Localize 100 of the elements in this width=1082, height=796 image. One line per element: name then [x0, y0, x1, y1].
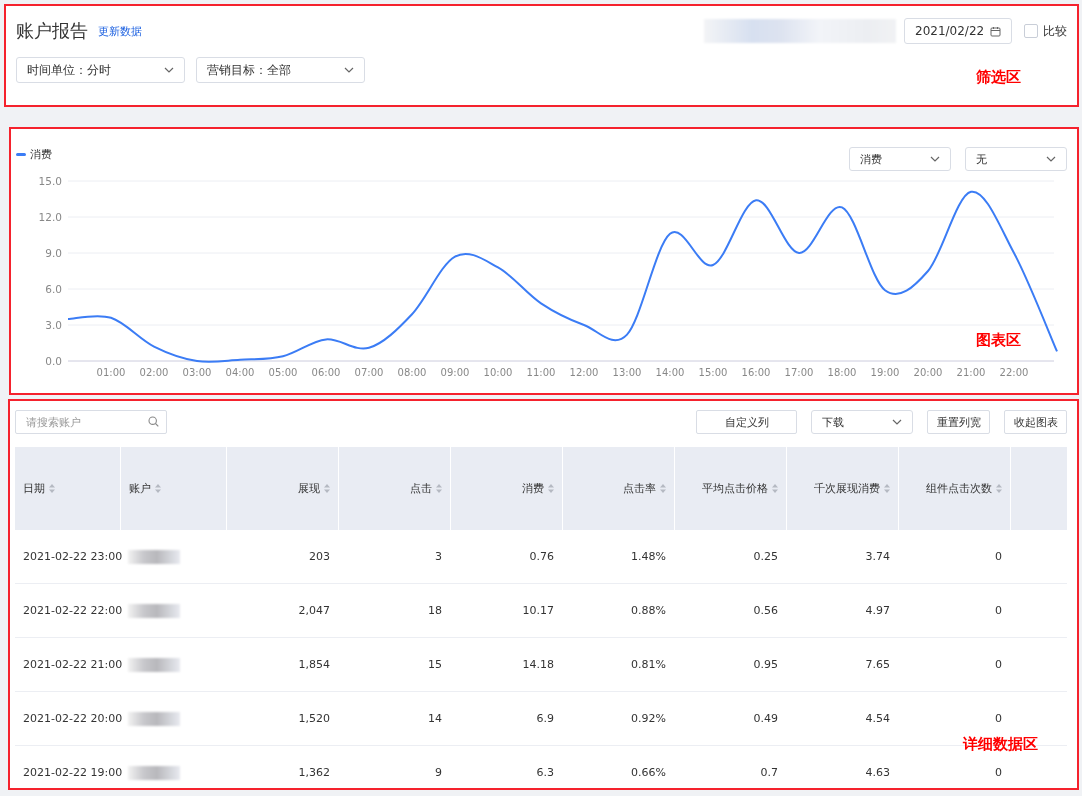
table-cell: 14 — [338, 691, 450, 746]
metric-dropdown[interactable]: 消费 — [849, 147, 951, 171]
axis-label: 04:00 — [225, 367, 255, 378]
column-header[interactable]: 平均点击价格 — [674, 447, 786, 530]
chevron-down-icon — [164, 67, 174, 73]
table-cell: 9 — [338, 745, 450, 796]
axis-label: 16:00 — [741, 367, 771, 378]
axis-label: 22:00 — [999, 367, 1029, 378]
axis-label: 12:00 — [569, 367, 599, 378]
table-cell: 0.76 — [450, 530, 562, 584]
search-icon — [148, 416, 159, 427]
axis-label: 09:00 — [440, 367, 470, 378]
compare-label: 比较 — [1043, 22, 1067, 40]
redacted-mark — [128, 549, 180, 564]
table-cell: 6.3 — [450, 745, 562, 796]
table-cell: 4.97 — [786, 583, 898, 638]
sort-icon[interactable] — [547, 484, 554, 493]
sort-icon[interactable] — [323, 484, 330, 493]
axis-label: 01:00 — [96, 367, 126, 378]
axis-label: 0.0 — [45, 355, 62, 367]
axis-label: 9.0 — [45, 247, 62, 259]
table-cell: 4.63 — [786, 745, 898, 796]
table-cell: 0.7 — [674, 745, 786, 796]
table-cell: 10.17 — [450, 583, 562, 638]
sort-icon[interactable] — [995, 484, 1002, 493]
table-cell: 2021-02-22 20:00 — [15, 691, 120, 746]
table-cell: 1,520 — [226, 691, 338, 746]
chevron-down-icon — [930, 156, 940, 162]
axis-label: 15:00 — [698, 367, 728, 378]
metric-dropdown[interactable]: 无 — [965, 147, 1067, 171]
table-cell: 0.81% — [562, 637, 674, 692]
date-picker[interactable]: 2021/02/22 — [904, 18, 1012, 44]
toolbar-button[interactable]: 自定义列 — [696, 410, 797, 434]
table-cell: 2021-02-22 23:00 — [15, 530, 120, 584]
toolbar-button[interactable]: 收起图表 — [1004, 410, 1067, 434]
table-cell: 15 — [338, 637, 450, 692]
axis-label: 14:00 — [655, 367, 685, 378]
axis-label: 15.0 — [38, 175, 62, 187]
axis-label: 02:00 — [139, 367, 169, 378]
table-cell: 3.74 — [786, 530, 898, 584]
table-cell: 0.56 — [674, 583, 786, 638]
table-cell: 14.18 — [450, 637, 562, 692]
axis-label: 06:00 — [311, 367, 341, 378]
table-cell: 1,362 — [226, 745, 338, 796]
axis-label: 19:00 — [870, 367, 900, 378]
axis-label: 08:00 — [397, 367, 427, 378]
table-cell: 0 — [898, 583, 1010, 638]
sort-icon[interactable] — [154, 484, 161, 493]
table-cell: 0 — [898, 637, 1010, 692]
axis-label: 20:00 — [913, 367, 943, 378]
filter-dropdown[interactable]: 时间单位：分时 — [16, 57, 185, 83]
redacted-mark — [128, 711, 180, 726]
table-cell: 0.49 — [674, 691, 786, 746]
sort-icon[interactable] — [659, 484, 666, 493]
calendar-icon — [990, 25, 1001, 37]
annotation-label: 图表区 — [976, 331, 1021, 350]
download-dropdown[interactable]: 下载 — [811, 410, 913, 434]
column-header[interactable]: 点击 — [338, 447, 450, 530]
table-cell: 1,854 — [226, 637, 338, 692]
table-cell: 3 — [338, 530, 450, 584]
column-header[interactable]: 消费 — [450, 447, 562, 530]
refresh-link[interactable]: 更新数据 — [98, 23, 142, 39]
redacted-mark — [128, 603, 180, 618]
table-cell: 0.25 — [674, 530, 786, 584]
table-cell: 0.66% — [562, 745, 674, 796]
axis-label: 13:00 — [612, 367, 642, 378]
table-cell: 4.54 — [786, 691, 898, 746]
chart-legend: 消费 — [16, 147, 52, 162]
annotation-label: 筛选区 — [976, 68, 1021, 87]
search-field[interactable]: 请搜索账户 — [15, 410, 167, 434]
filter-dropdown[interactable]: 营销目标：全部 — [196, 57, 365, 83]
axis-label: 18:00 — [827, 367, 857, 378]
table-cell: 2021-02-22 22:00 — [15, 583, 120, 638]
table-cell: 18 — [338, 583, 450, 638]
table-cell: 2021-02-22 19:00 — [15, 745, 120, 796]
sort-icon[interactable] — [435, 484, 442, 493]
table-cell: 0.95 — [674, 637, 786, 692]
column-header[interactable]: 日期 — [15, 447, 120, 530]
compare-checkbox[interactable] — [1024, 24, 1038, 38]
axis-label: 12.0 — [38, 211, 62, 223]
axis-label: 03:00 — [182, 367, 212, 378]
axis-label: 6.0 — [45, 283, 62, 295]
column-header[interactable]: 点击率 — [562, 447, 674, 530]
page-title: 账户报告 — [16, 19, 88, 43]
sort-icon[interactable] — [49, 484, 55, 493]
column-header[interactable]: 组件点击次数 — [898, 447, 1010, 530]
axis-label: 17:00 — [784, 367, 814, 378]
sort-icon[interactable] — [771, 484, 778, 493]
table-cell: 2,047 — [226, 583, 338, 638]
chevron-down-icon — [344, 67, 354, 73]
toolbar-button[interactable]: 重置列宽 — [927, 410, 990, 434]
chevron-down-icon — [1046, 156, 1056, 162]
table-cell: 6.9 — [450, 691, 562, 746]
table-cell: 2021-02-22 21:00 — [15, 637, 120, 692]
sort-icon[interactable] — [883, 484, 890, 493]
redacted-mark — [128, 657, 180, 672]
column-header[interactable]: 账户 — [120, 447, 226, 530]
column-header[interactable]: 展现 — [226, 447, 338, 530]
column-header[interactable]: 千次展现消费 — [786, 447, 898, 530]
axis-label: 07:00 — [354, 367, 384, 378]
